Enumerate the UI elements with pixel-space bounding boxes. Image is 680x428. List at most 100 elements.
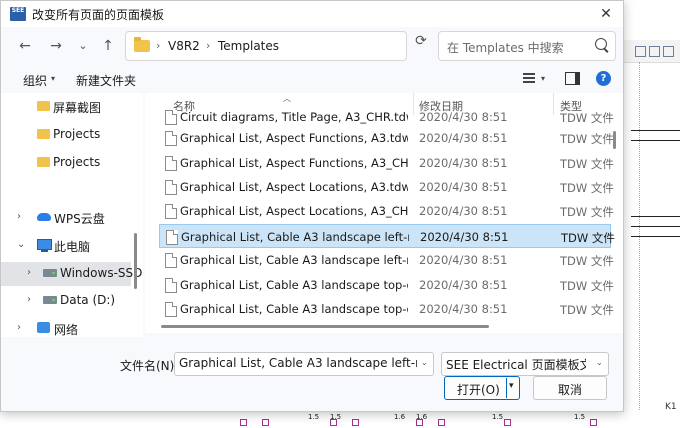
file-list-horizontal-scrollbar[interactable] xyxy=(161,325,489,328)
sidebar-item-this-pc[interactable]: ⌄ 此电脑 xyxy=(1,234,131,258)
file-row[interactable]: Graphical List, Cable A3 landscape top-d… xyxy=(159,273,614,297)
breadcrumb-separator: › xyxy=(206,39,211,52)
file-list: ︿ 名称 修改日期 类型 Circuit diagrams, Title Pag… xyxy=(145,93,623,333)
chevron-right-icon[interactable]: › xyxy=(17,322,21,333)
view-options-caret-icon[interactable]: ▾ xyxy=(541,74,545,83)
file-row[interactable]: Graphical List, Aspect Locations, A3_CHR… xyxy=(159,199,614,223)
file-date: 2020/4/30 8:51 xyxy=(419,278,508,292)
up-button[interactable]: ↑ xyxy=(98,37,118,55)
forward-button[interactable]: → xyxy=(46,37,66,55)
new-folder-button[interactable]: 新建文件夹 xyxy=(76,72,136,89)
sidebar-item-network[interactable]: › 网络 xyxy=(1,317,131,337)
file-date: 2020/4/30 8:51 xyxy=(419,180,508,194)
background-pin xyxy=(504,419,511,426)
dialog-title: 改变所有页面的页面模板 xyxy=(32,8,165,22)
sidebar-item-projects[interactable]: Projects xyxy=(1,151,131,175)
chevron-down-icon[interactable]: ⌄ xyxy=(421,358,428,367)
sidebar-item-label: Projects xyxy=(53,127,101,141)
sidebar-item-data-drive[interactable]: › Data (D:) xyxy=(1,289,131,313)
chevron-down-icon[interactable]: ⌄ xyxy=(17,239,25,250)
drive-icon xyxy=(43,296,57,304)
sidebar-item-label: Data (D:) xyxy=(60,293,116,307)
drive-icon xyxy=(43,269,57,277)
file-date: 2020/4/30 8:51 xyxy=(419,131,508,145)
chevron-right-icon[interactable]: › xyxy=(27,294,31,305)
search-placeholder: 在 Templates 中搜索 xyxy=(447,41,564,55)
sidebar-item-wps-cloud[interactable]: › WPS云盘 xyxy=(1,206,131,230)
file-icon xyxy=(165,156,177,171)
background-number: 1.5 xyxy=(308,413,320,421)
breadcrumb-separator: › xyxy=(156,39,161,52)
background-pin xyxy=(352,419,359,426)
background-grid-line xyxy=(631,140,680,141)
recent-locations-button[interactable]: ⌄ xyxy=(73,37,93,55)
file-name: Graphical List, Aspect Functions, A3.tdw xyxy=(180,131,408,145)
close-button[interactable]: ✕ xyxy=(593,3,619,25)
file-row[interactable]: Graphical List, Aspect Functions, A3.tdw… xyxy=(159,126,614,150)
file-icon xyxy=(165,180,177,195)
sidebar-item-projects[interactable]: Projects xyxy=(1,123,131,147)
breadcrumb-v8r2[interactable]: V8R2 xyxy=(168,39,200,53)
file-name: Graphical List, Aspect Locations, A3_CHR… xyxy=(180,204,408,218)
sidebar-item-screenshots[interactable]: 屏幕截图 xyxy=(1,95,131,119)
open-dropdown-icon[interactable]: ▾ xyxy=(509,381,514,391)
sidebar-item-label: Projects xyxy=(53,155,101,169)
file-row[interactable]: Graphical List, Aspect Functions, A3_CHR… xyxy=(159,151,614,175)
preview-pane-icon[interactable] xyxy=(565,72,580,85)
search-input[interactable]: 在 Templates 中搜索 xyxy=(438,31,616,61)
open-button-label: 打开(O) xyxy=(457,383,500,397)
background-pin xyxy=(590,419,597,426)
background-number: 1.5 xyxy=(574,413,586,421)
file-type: TDW 文件 xyxy=(560,157,614,171)
file-date: 2020/4/30 8:51 xyxy=(419,204,508,218)
folder-icon xyxy=(37,129,50,139)
background-grid-line xyxy=(631,216,680,217)
background-number: 1.5 xyxy=(492,413,504,421)
chevron-right-icon[interactable]: › xyxy=(17,211,21,222)
file-name: Graphical List, Cable A3 landscape left-… xyxy=(181,230,409,244)
background-grid-line xyxy=(631,130,680,131)
help-icon[interactable]: ? xyxy=(596,71,611,86)
file-type: TDW 文件 xyxy=(560,254,614,268)
refresh-button[interactable]: ⟳ xyxy=(411,33,431,49)
organize-button[interactable]: 组织 xyxy=(23,72,47,89)
file-row[interactable]: Graphical List, Cable A3 landscape left-… xyxy=(159,248,614,272)
address-bar[interactable]: › V8R2 › Templates ⌄ xyxy=(125,31,514,61)
file-date: 2020/4/30 8:51 xyxy=(419,156,508,170)
filename-input[interactable]: Graphical List, Cable A3 landscape left-… xyxy=(174,352,434,376)
file-type: TDW 文件 xyxy=(561,231,615,245)
sort-caret-icon: ︿ xyxy=(283,94,291,103)
file-row[interactable]: Graphical List, Aspect Locations, A3.tdw… xyxy=(159,175,614,199)
network-icon xyxy=(37,322,50,333)
view-options-icon[interactable] xyxy=(523,73,535,83)
background-tool-icon xyxy=(663,46,674,57)
background-grid-line xyxy=(631,236,680,237)
background-pin xyxy=(240,419,247,426)
file-name: Graphical List, Cable A3 landscape left-… xyxy=(180,253,408,267)
open-file-dialog: SEE 改变所有页面的页面模板 ✕ ← → ⌄ ↑ › V8R2 › Templ… xyxy=(0,0,624,412)
sidebar-scrollbar[interactable] xyxy=(134,233,137,289)
background-grid-line xyxy=(631,226,680,227)
file-list-vertical-scrollbar[interactable] xyxy=(613,131,616,149)
file-type: TDW 文件 xyxy=(560,279,614,293)
cancel-button-label: 取消 xyxy=(557,383,582,397)
file-type: TDW 文件 xyxy=(560,205,614,219)
breadcrumb-templates[interactable]: Templates xyxy=(218,39,279,53)
chevron-right-icon[interactable]: › xyxy=(27,267,31,278)
chevron-down-icon[interactable]: ⌄ xyxy=(596,358,603,367)
background-pin xyxy=(438,419,445,426)
sidebar-item-windows-ssd[interactable]: › Windows-SSD xyxy=(1,262,142,286)
file-row[interactable]: Graphical List, Cable A3 landscape top-d… xyxy=(159,297,614,321)
file-icon xyxy=(165,253,177,268)
navigation-pane: 屏幕截图 Projects Projects › WPS云盘 ⌄ 此电脑 › W… xyxy=(1,93,143,337)
filetype-select[interactable]: SEE Electrical 页面模板文件 (*.t ⌄ xyxy=(441,352,609,376)
file-row-selected[interactable]: Graphical List, Cable A3 landscape left-… xyxy=(159,224,615,248)
background-border-line xyxy=(639,62,641,412)
cancel-button[interactable]: 取消 xyxy=(533,376,607,400)
file-date: 2020/4/30 8:51 xyxy=(419,110,508,124)
file-icon xyxy=(166,230,178,245)
background-drawing-area: K1 xyxy=(622,0,680,428)
back-button[interactable]: ← xyxy=(15,37,35,55)
background-tool-icon xyxy=(635,46,646,57)
sidebar-item-label: 网络 xyxy=(54,323,79,337)
